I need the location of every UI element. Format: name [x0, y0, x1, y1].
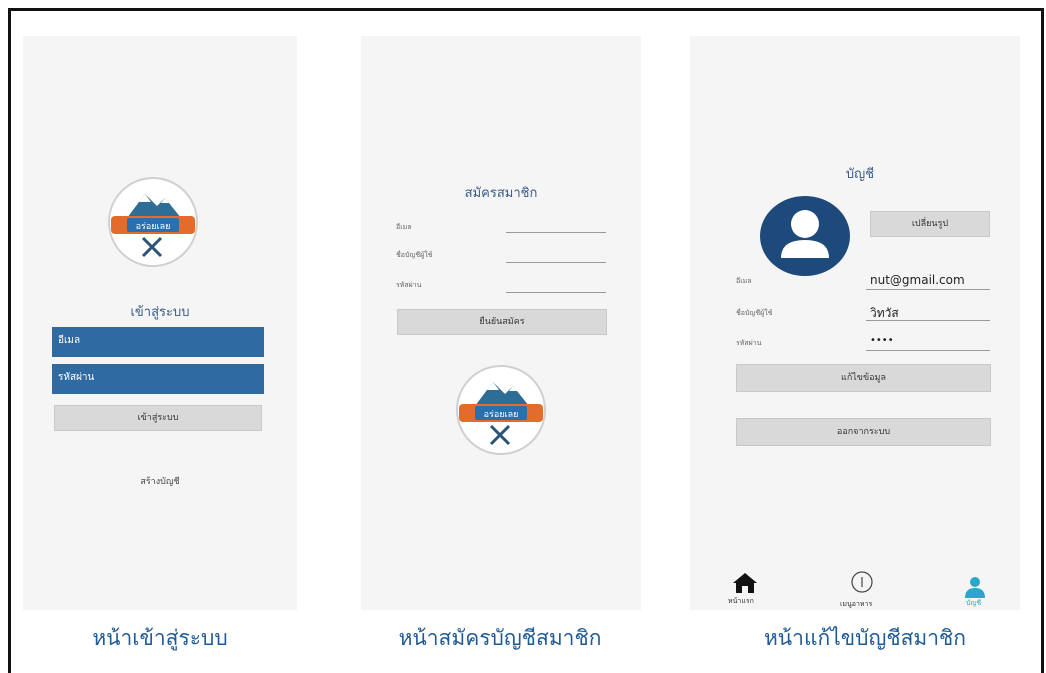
account-heading: บัญชี: [845, 167, 875, 182]
login-button[interactable]: เข้าสู่ระบบ: [54, 405, 262, 431]
caption-login: หน้าเข้าสู่ระบบ: [92, 626, 228, 650]
username-field[interactable]: [506, 262, 606, 263]
password-label: รหัสผ่าน: [396, 281, 422, 289]
app-logo: อร่อยเลย: [456, 365, 546, 455]
email-field-underline: [866, 289, 990, 290]
password-input[interactable]: รหัสผ่าน: [52, 364, 264, 394]
username-field-underline: [866, 320, 990, 321]
login-heading: เข้าสู่ระบบ: [130, 305, 190, 320]
register-button[interactable]: ยืนยันสมัคร: [397, 309, 607, 335]
register-screen: สมัครสมาชิก อีเมล ชื่อบัญชีผู้ใช้ รหัสผ่…: [361, 36, 641, 610]
password-label: รหัสผ่าน: [736, 339, 762, 347]
logout-button[interactable]: ออกจากระบบ: [736, 418, 991, 446]
user-avatar-icon: [760, 196, 850, 276]
home-icon: [733, 573, 757, 593]
caption-edit-account: หน้าแก้ไขบัญชีสมาชิก: [763, 626, 967, 650]
create-account-link[interactable]: สร้างบัญชี: [120, 474, 200, 488]
edit-profile-button[interactable]: แก้ไขข้อมูล: [736, 364, 991, 392]
logo-wordmark: อร่อยเลย: [136, 222, 171, 232]
change-photo-button[interactable]: เปลี่ยนรูป: [870, 211, 990, 237]
username-label: ชื่อบัญชีผู้ใช้: [736, 309, 773, 317]
logo-wordmark: อร่อยเลย: [484, 410, 519, 420]
email-value[interactable]: nut@gmail.com: [870, 273, 965, 287]
nav-account-label: บัญชี: [966, 599, 982, 607]
nav-home-label: หน้าแรก: [728, 597, 754, 605]
password-field[interactable]: [506, 292, 606, 293]
email-label: อีเมล: [396, 223, 412, 231]
account-screen: บัญชี เปลี่ยนรูป อีเมล nut@gmail.com ชื่…: [690, 36, 1020, 610]
register-heading: สมัครสมาชิก: [464, 186, 538, 201]
user-icon: [965, 577, 985, 598]
nav-home[interactable]: หน้าแรก: [728, 572, 768, 608]
caption-register: หน้าสมัครบัญชีสมาชิก: [398, 626, 602, 650]
username-input[interactable]: อีเมล: [52, 327, 264, 357]
password-value[interactable]: ••••: [870, 335, 894, 346]
nav-menu-label: เมนูอาหาร: [840, 600, 873, 608]
info-circle-icon: [851, 571, 873, 593]
app-logo: อร่อยเลย: [108, 177, 198, 267]
email-label: อีเมล: [736, 277, 752, 285]
username-label: ชื่อบัญชีผู้ใช้: [396, 251, 433, 259]
nav-menu[interactable]: เมนูอาหาร: [838, 570, 888, 610]
login-screen: อร่อยเลย เข้าสู่ระบบ อีเมล รหัสผ่าน เข้า…: [23, 36, 297, 610]
password-field-underline: [866, 350, 990, 351]
nav-account[interactable]: บัญชี: [962, 576, 992, 610]
email-field[interactable]: [506, 232, 606, 233]
